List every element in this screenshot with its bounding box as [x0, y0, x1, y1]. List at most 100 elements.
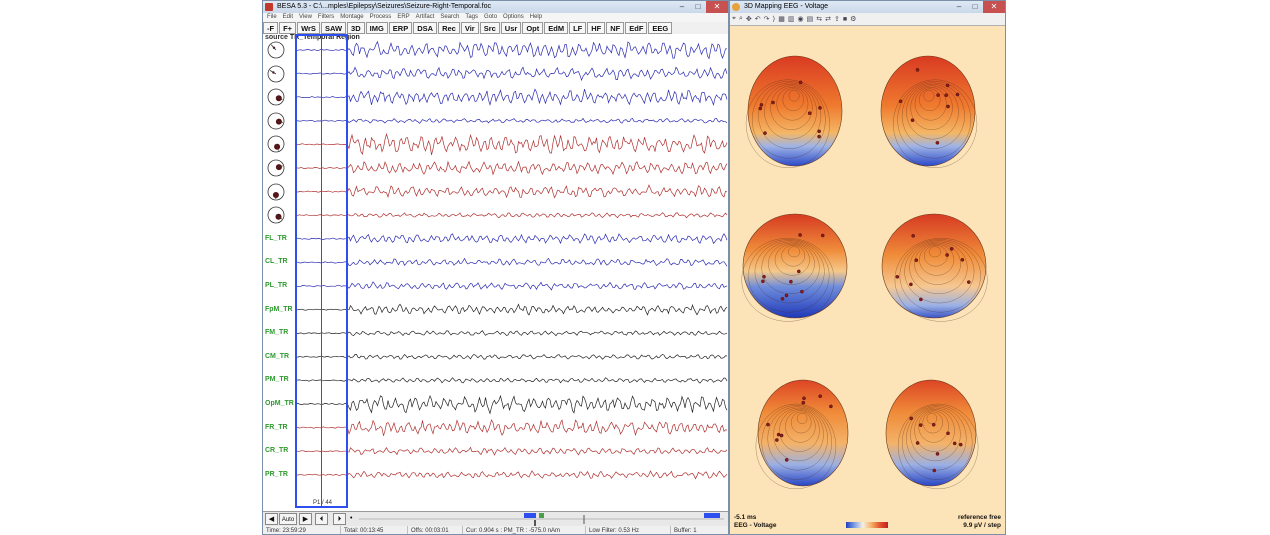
besa-titlebar: BESA 5.3 - C:\...mples\Epilepsy\Seizures…: [263, 1, 728, 13]
toolbar-button-rec[interactable]: Rec: [438, 22, 460, 34]
electrode-marker: [800, 289, 804, 294]
menu-item-search[interactable]: Search: [440, 13, 459, 22]
zoom-tool-icon[interactable]: ⌕: [739, 15, 743, 23]
source-orientation-dial-icon: [267, 41, 285, 59]
menu-item-edit[interactable]: Edit: [283, 13, 293, 22]
toolbar-button-3d[interactable]: 3D: [347, 22, 365, 34]
map-colorbar: [846, 522, 888, 528]
maximize-icon[interactable]: □: [967, 1, 983, 13]
auto-button[interactable]: Auto: [279, 513, 297, 525]
menu-item-options[interactable]: Options: [503, 13, 524, 22]
toolbar-button-eeg[interactable]: EEG: [648, 22, 673, 34]
electrode-marker: [797, 269, 801, 274]
map-reference: reference free: [958, 514, 1001, 521]
rotate-left-icon[interactable]: ↶: [755, 15, 761, 23]
map3d-titlebar: 3D Mapping EEG - Voltage – □ ✕: [730, 1, 1005, 13]
electrode-marker: [798, 80, 803, 85]
source-orientation-dial-icon: [267, 159, 285, 177]
menu-item-erp[interactable]: ERP: [397, 13, 409, 22]
toolbar-button-vir[interactable]: Vir: [460, 22, 479, 34]
eeg-trace: [295, 330, 728, 337]
map-step: 9.9 µV / step: [963, 522, 1001, 529]
map3d-canvas[interactable]: -5.1 ms EEG - Voltage reference free 9.9…: [730, 26, 1005, 534]
settings-icon[interactable]: ⚙: [850, 15, 856, 23]
electrode-marker: [820, 233, 825, 238]
channel-label: FM_TR: [265, 329, 289, 337]
besa-app-icon: [265, 3, 273, 11]
eeg-trace: [295, 160, 728, 176]
window-controls: – □ ✕: [674, 1, 728, 13]
menu-item-tags[interactable]: Tags: [465, 13, 478, 22]
redo-icon[interactable]: ⟩: [773, 15, 776, 23]
toolbar-button-wrs[interactable]: WrS: [297, 22, 320, 34]
play-left-icon[interactable]: ◀: [265, 513, 278, 525]
toolbar-button-erp[interactable]: ERP: [388, 22, 413, 34]
bars-icon[interactable]: ▥: [788, 15, 795, 23]
step-forward-icon[interactable]: ⏵: [333, 513, 346, 525]
toolbar-button-dsa[interactable]: DSA: [413, 22, 438, 34]
select-tool-icon[interactable]: ⌖: [732, 15, 736, 23]
electrode-marker: [789, 279, 793, 284]
electrode-marker: [761, 279, 765, 284]
color-icon[interactable]: ■: [843, 16, 847, 23]
channel-label: PL_TR: [265, 282, 288, 289]
menu-item-help[interactable]: Help: [530, 13, 542, 22]
electrode-marker: [807, 111, 812, 115]
menu-item-artifact[interactable]: Artifact: [416, 13, 435, 22]
rotate-right-icon[interactable]: ↷: [764, 15, 770, 23]
toolbar-button-lf[interactable]: LF: [569, 22, 587, 34]
electrode-marker: [818, 394, 822, 399]
export-icon[interactable]: ⇪: [834, 15, 840, 23]
electrode-marker: [945, 253, 949, 257]
electrode-marker: [895, 274, 900, 279]
toolbar-button-xf[interactable]: -F: [263, 22, 279, 34]
eeg-trace: [295, 212, 728, 219]
link-icon[interactable]: ⇆: [816, 15, 822, 23]
toolbar-button-usr[interactable]: Usr: [500, 22, 522, 34]
toolbar-button-fx[interactable]: F+: [279, 22, 297, 34]
electrode-marker: [949, 246, 954, 251]
electrode-marker: [771, 100, 775, 105]
close-icon[interactable]: ✕: [706, 1, 728, 13]
selection-cursor-line[interactable]: [321, 34, 322, 508]
eeg-display[interactable]: source TR_Temporal Region FL_TR CL_TR PL_T…: [263, 34, 728, 511]
play-right-icon[interactable]: ▶: [299, 513, 312, 525]
menu-item-file[interactable]: File: [267, 13, 277, 22]
electrode-marker: [915, 68, 920, 72]
toolbar-button-edf[interactable]: EdF: [625, 22, 648, 34]
timeline-scrollbar[interactable]: [359, 512, 724, 527]
map3d-toolbar: ⌖ ⌕ ✥ ↶ ↷ ⟩ ▦ ▥ ◉ ▤ ⇆ ⇄ ⇪ ■ ⚙: [730, 13, 1005, 26]
minimize-icon[interactable]: –: [951, 1, 967, 13]
toolbar-button-opt[interactable]: Opt: [522, 22, 544, 34]
head-view-icon[interactable]: ◉: [797, 15, 803, 23]
status-time: Time: 23:59:29: [263, 526, 341, 534]
menu-item-montage[interactable]: Montage: [340, 13, 363, 22]
layout-icon[interactable]: ▤: [807, 15, 814, 23]
toolbar-button-nf[interactable]: NF: [606, 22, 625, 34]
toolbar-button-saw[interactable]: SAW: [320, 22, 347, 34]
grid-icon[interactable]: ▦: [778, 15, 785, 23]
close-icon[interactable]: ✕: [983, 1, 1005, 13]
electrode-marker: [817, 134, 821, 139]
electrode-marker: [909, 282, 913, 287]
toolbar-button-img[interactable]: IMG: [365, 22, 388, 34]
step-back-icon[interactable]: ⏴: [315, 513, 328, 525]
menu-item-goto[interactable]: Goto: [484, 13, 497, 22]
minimize-icon[interactable]: –: [674, 1, 690, 13]
electrode-marker: [914, 258, 919, 262]
electrode-marker: [766, 422, 770, 427]
head-maps: [741, 55, 988, 490]
move-tool-icon[interactable]: ✥: [746, 15, 752, 23]
toolbar-button-edm[interactable]: EdM: [544, 22, 569, 34]
maximize-icon[interactable]: □: [690, 1, 706, 13]
sync-icon[interactable]: ⇄: [825, 15, 831, 23]
timeline-marker-green: [539, 513, 544, 518]
toolbar-button-src[interactable]: Src: [479, 22, 500, 34]
menu-item-process[interactable]: Process: [370, 13, 392, 22]
electrode-marker: [763, 131, 767, 135]
menu-item-filters[interactable]: Filters: [318, 13, 334, 22]
electrode-marker: [817, 129, 821, 134]
status-low-filter: Low Filter: 0.53 Hz: [586, 526, 671, 534]
toolbar-button-hf[interactable]: HF: [587, 22, 606, 34]
menu-item-view[interactable]: View: [299, 13, 312, 22]
